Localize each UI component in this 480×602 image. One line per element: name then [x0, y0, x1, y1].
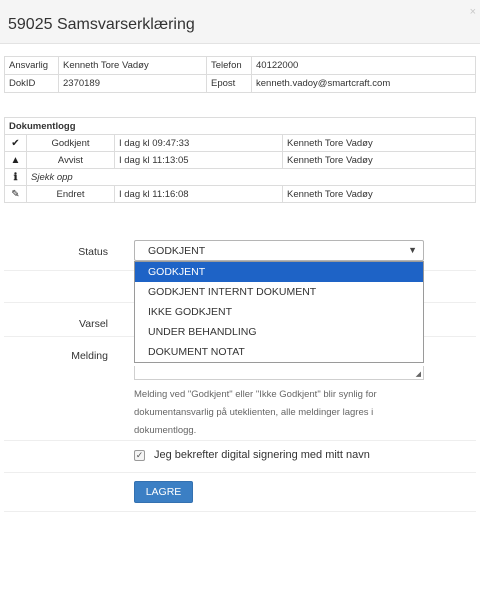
confirm-signing-checkbox-row[interactable]: ✓ Jeg bekrefter digital signering med mi…	[134, 447, 370, 463]
log-timestamp: I dag kl 11:16:08	[114, 185, 283, 203]
log-row: ✔ Godkjent I dag kl 09:47:33 Kenneth Tor…	[4, 134, 476, 152]
email-label: Epost	[206, 74, 252, 93]
log-timestamp: I dag kl 09:47:33	[114, 134, 283, 152]
phone-value: 40122000	[251, 56, 476, 75]
confirm-label: Jeg bekrefter digital signering med mitt…	[154, 449, 370, 461]
log-header-row: Dokumentlogg	[4, 117, 476, 135]
status-option-ikke-godkjent[interactable]: IKKE GODKJENT	[135, 302, 423, 322]
document-info-table: Ansvarlig Kenneth Tore Vadøy Telefon 401…	[4, 56, 476, 93]
row-divider	[4, 440, 476, 441]
chevron-down-icon: ▼	[408, 245, 417, 255]
status-dropdown-list: GODKJENT GODKJENT INTERNT DOKUMENT IKKE …	[134, 261, 424, 363]
log-user: Kenneth Tore Vadøy	[282, 151, 476, 169]
log-header: Dokumentlogg	[4, 117, 476, 135]
log-note: Sjekk opp	[26, 168, 476, 186]
warning-icon: ▲	[4, 151, 27, 169]
confirm-checkbox[interactable]: ✓	[134, 449, 145, 461]
log-row: ✎ Endret I dag kl 11:16:08 Kenneth Tore …	[4, 185, 476, 203]
edit-icon: ✎	[4, 185, 27, 203]
log-user: Kenneth Tore Vadøy	[282, 185, 476, 203]
modal-title: 59025 Samsvarserklæring	[8, 16, 195, 33]
status-option-godkjent[interactable]: GODKJENT	[135, 262, 423, 282]
responsible-label: Ansvarlig	[4, 56, 59, 75]
docid-label: DokID	[4, 74, 59, 93]
status-option-godkjent-internt[interactable]: GODKJENT INTERNT DOKUMENT	[135, 282, 423, 302]
status-option-under-behandling[interactable]: UNDER BEHANDLING	[135, 322, 423, 342]
table-row: Ansvarlig Kenneth Tore Vadøy Telefon 401…	[4, 56, 476, 75]
status-select[interactable]: GODKJENT ▼	[134, 240, 424, 261]
status-option-dokument-notat[interactable]: DOKUMENT NOTAT	[135, 342, 423, 362]
document-log-table: Dokumentlogg ✔ Godkjent I dag kl 09:47:3…	[4, 117, 476, 203]
message-label: Melding	[71, 350, 108, 362]
log-action: Avvist	[26, 151, 115, 169]
log-timestamp: I dag kl 11:13:05	[114, 151, 283, 169]
varsel-label: Varsel	[79, 318, 108, 330]
status-select-value: GODKJENT	[148, 245, 206, 257]
modal-header: 59025 Samsvarserklæring ×	[0, 0, 480, 44]
status-label: Status	[78, 246, 108, 258]
message-textarea[interactable]: ◢	[134, 366, 424, 380]
row-divider	[4, 472, 476, 473]
close-icon[interactable]: ×	[470, 6, 476, 18]
resize-handle-icon[interactable]: ◢	[416, 370, 421, 378]
table-row: DokID 2370189 Epost kenneth.vadoy@smartc…	[4, 74, 476, 93]
log-row: ▲ Avvist I dag kl 11:13:05 Kenneth Tore …	[4, 151, 476, 169]
log-user: Kenneth Tore Vadøy	[282, 134, 476, 152]
responsible-value: Kenneth Tore Vadøy	[58, 56, 207, 75]
docid-value: 2370189	[58, 74, 207, 93]
log-row: ℹ Sjekk opp	[4, 168, 476, 186]
help-text: Melding ved "Godkjent" eller "Ikke Godkj…	[134, 389, 377, 436]
phone-label: Telefon	[206, 56, 252, 75]
log-action: Godkjent	[26, 134, 115, 152]
save-button[interactable]: LAGRE	[134, 481, 193, 503]
info-icon: ℹ	[4, 168, 27, 186]
log-action: Endret	[26, 185, 115, 203]
row-divider	[4, 511, 476, 512]
email-value: kenneth.vadoy@smartcraft.com	[251, 74, 476, 93]
checkmark-icon: ✔	[4, 134, 27, 152]
